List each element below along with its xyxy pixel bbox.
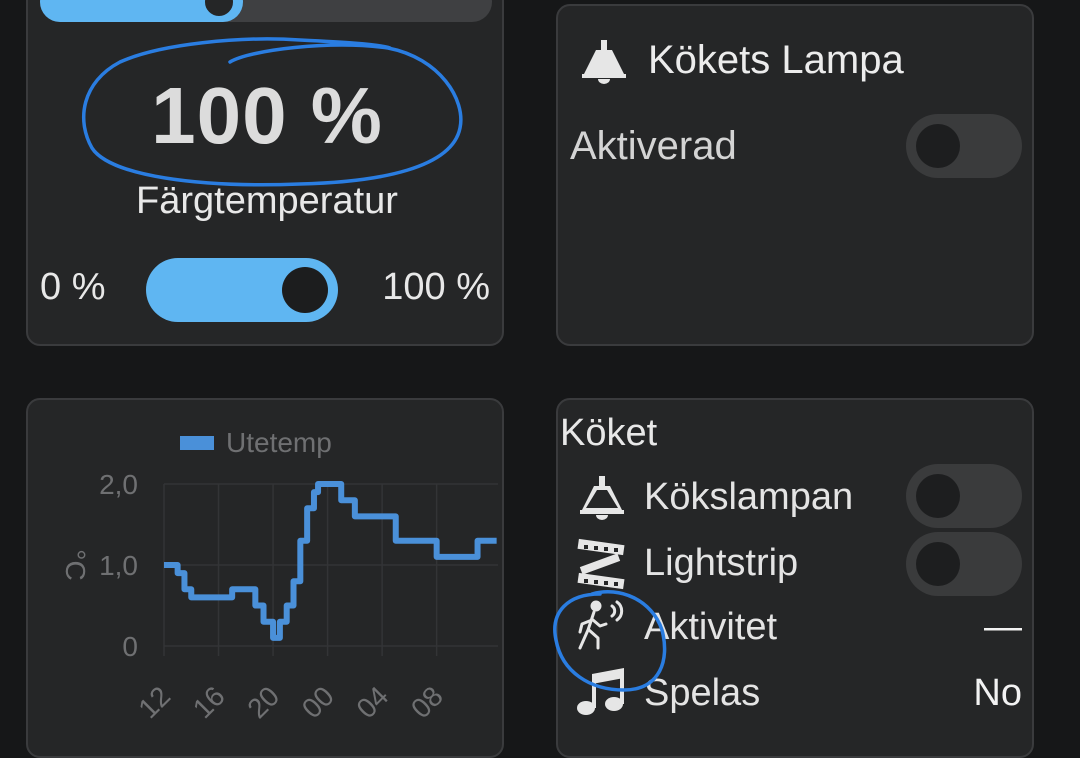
y-tick-label: 2,0 (99, 469, 138, 500)
spelas-state: No (973, 672, 1022, 714)
x-tick-label: 00 (296, 680, 340, 724)
ceiling-lamp-icon (580, 476, 624, 520)
koket-card: Köket Kökslampan Lightstrip Aktivitet — … (556, 398, 1034, 758)
y-tick-label: 1,0 (99, 550, 138, 581)
x-tick-label: 16 (187, 680, 231, 724)
activated-label: Aktiverad (570, 124, 737, 168)
y-tick-label: 0 (122, 631, 138, 662)
color-temperature-label: Färgtemperatur (136, 180, 398, 222)
music-note-icon (577, 668, 624, 715)
light-control-card: 100 % Färgtemperatur 0 % 100 % (26, 0, 504, 346)
toggle-knob (916, 474, 960, 518)
temperature-chart-card: Utetemp °C 0 1,0 2,0 12 16 20 00 04 08 (26, 398, 504, 758)
temperature-chart: Utetemp °C 0 1,0 2,0 12 16 20 00 04 08 (60, 427, 498, 724)
toggle-knob (916, 542, 960, 586)
ceiling-lamp-icon (582, 40, 626, 84)
lamp-card: Kökets Lampa Aktiverad (556, 4, 1034, 346)
color-temperature-max: 100 % (382, 266, 490, 308)
color-temperature-min: 0 % (40, 266, 106, 308)
motion-sensor-icon (578, 600, 624, 650)
row-label-lightstrip: Lightstrip (644, 542, 799, 584)
kokslampan-toggle[interactable] (906, 464, 1022, 528)
utetemp-series-line (164, 481, 497, 641)
x-tick-label: 04 (350, 680, 394, 724)
koket-card-title: Köket (560, 412, 658, 454)
row-label-kokslampan: Kökslampan (644, 476, 854, 518)
light-strip-icon (577, 538, 625, 590)
row-label-aktivitet: Aktivitet (644, 606, 778, 648)
lightstrip-toggle[interactable] (906, 532, 1022, 596)
activated-toggle[interactable] (906, 114, 1022, 178)
lamp-card-title: Kökets Lampa (648, 38, 904, 82)
color-temperature-slider-handle[interactable] (282, 267, 328, 313)
x-tick-label: 08 (405, 680, 449, 724)
legend-label[interactable]: Utetemp (226, 427, 332, 458)
y-axis-label: °C (60, 549, 91, 580)
legend-swatch (180, 436, 214, 450)
toggle-knob (916, 124, 960, 168)
brightness-value: 100 % (151, 71, 383, 160)
aktivitet-state: — (984, 606, 1022, 648)
x-tick-label: 12 (132, 680, 176, 724)
row-label-spelas: Spelas (644, 672, 761, 714)
x-tick-label: 20 (241, 680, 285, 724)
